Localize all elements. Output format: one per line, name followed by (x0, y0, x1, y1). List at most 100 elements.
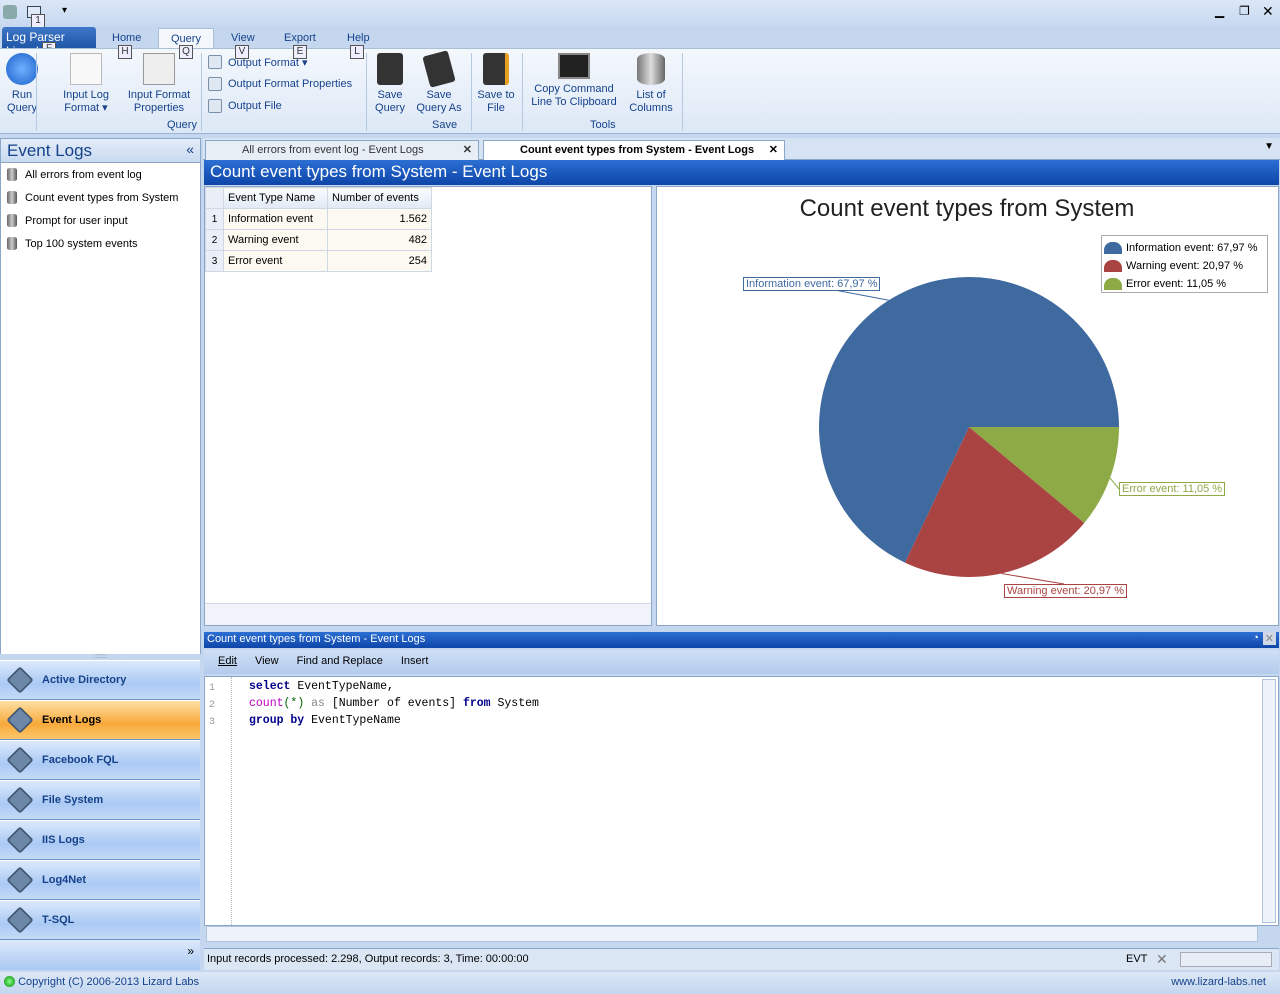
tab-home[interactable]: Home (112, 32, 141, 44)
book-icon (6, 826, 34, 854)
app-icon (3, 5, 17, 19)
chart-legend: Information event: 67,97 % Warning event:… (1101, 235, 1268, 293)
keytip-h: H (118, 45, 132, 59)
code-line: count(*) as [Number of events] from Syst… (249, 697, 539, 710)
query-item[interactable]: Top 100 system events (1, 232, 200, 255)
save-query-button[interactable]: Save Query (372, 53, 408, 115)
database-icon (7, 237, 17, 250)
footer: Copyright (C) 2006-2013 Lizard Labs www.… (0, 972, 1280, 994)
menu-insert[interactable]: Insert (401, 655, 429, 669)
website-link[interactable]: www.lizard-labs.net (1171, 976, 1266, 988)
nav-button-active-directory[interactable]: Active Directory (0, 660, 200, 700)
editor-menu: Edit View Find and Replace Insert (204, 650, 1279, 674)
nav-button-event-logs[interactable]: Event Logs (0, 700, 200, 740)
nav-button-iis-logs[interactable]: IIS Logs (0, 820, 200, 860)
close-tab-icon[interactable]: ✕ (463, 143, 472, 156)
data-label: Information event: 67,97 % (743, 277, 881, 291)
tab-view[interactable]: View (231, 32, 255, 44)
grid-footer (205, 603, 651, 625)
book-icon (6, 706, 34, 734)
legend-swatch (1104, 260, 1122, 272)
close-editor-button[interactable]: ✕ (1262, 632, 1276, 645)
column-header[interactable]: Event Type Name (223, 187, 328, 209)
label-leader-line (1001, 572, 1065, 585)
results-grid[interactable]: Event Type Name Number of events 1 Informa… (204, 186, 652, 626)
keytip-l: L (350, 45, 364, 59)
save-to-file-button[interactable]: Save to File (476, 53, 516, 115)
data-label: Warning event: 20,97 % (1004, 584, 1127, 598)
tab-export[interactable]: Export (284, 32, 316, 44)
tab-help[interactable]: Help (347, 32, 370, 44)
input-log-format-button[interactable]: Input Log Format ▾ (58, 53, 114, 115)
doc-tab-all-errors[interactable]: All errors from event log - Event Logs ✕ (205, 140, 479, 160)
status-bar: Input records processed: 2.298, Output r… (204, 948, 1279, 970)
minimize-button[interactable]: ▁ (1215, 4, 1224, 18)
query-item[interactable]: Prompt for user input (1, 209, 200, 232)
input-format-properties-button[interactable]: Input Format Properties (122, 53, 196, 115)
menu-view[interactable]: View (255, 655, 279, 669)
pie-chart: Count event types from System Informatio… (656, 186, 1279, 626)
gear-db-icon (208, 77, 222, 91)
restore-button[interactable]: ❐ (1239, 4, 1250, 18)
legend-item: Information event: 67,97 % (1104, 239, 1265, 257)
save-query-as-button[interactable]: Save Query As (414, 50, 464, 115)
line-number: 2 (209, 700, 216, 711)
customize-toolbar-icon[interactable]: ▾ (62, 5, 67, 16)
table-row: 1 Information event 1.562 (205, 208, 432, 230)
evt-indicator: EVT (1126, 953, 1148, 965)
editor-title-bar: Count event types from System - Event Lo… (204, 632, 1279, 648)
column-icon (637, 53, 665, 85)
copyright: Copyright (C) 2006-2013 Lizard Labs (18, 976, 200, 988)
nav-button-t-sql[interactable]: T-SQL (0, 900, 200, 940)
code-line: select EventTypeName, (249, 680, 394, 693)
collapse-icon[interactable]: « (186, 141, 194, 157)
label-leader-line (1109, 477, 1120, 490)
book-icon (6, 666, 34, 694)
copy-command-line-button[interactable]: Copy Command Line To Clipboard (528, 53, 620, 109)
ribbon: Run Query Input Log Format ▾ Input Forma… (0, 48, 1280, 134)
status-led-icon (4, 976, 15, 987)
keytip-e: E (293, 45, 307, 59)
run-query-button[interactable]: Run Query (4, 53, 40, 115)
menu-edit[interactable]: Edit (218, 655, 237, 669)
vertical-scrollbar[interactable] (1262, 679, 1276, 923)
nav-button-log4net[interactable]: Log4Net (0, 860, 200, 900)
list-of-columns-button[interactable]: List of Columns (626, 53, 676, 115)
nav-overflow-button[interactable]: » (0, 940, 200, 970)
grid-header: Event Type Name Number of events (205, 187, 432, 209)
close-button[interactable]: ✕ (1262, 3, 1274, 20)
menu-find-replace[interactable]: Find and Replace (297, 655, 383, 669)
horizontal-scrollbar[interactable] (206, 926, 1258, 942)
query-item[interactable]: Count event types from System (1, 186, 200, 209)
legend-swatch (1104, 242, 1122, 254)
legend-item: Warning event: 20,97 % (1104, 257, 1265, 275)
output-format-properties-button[interactable]: Output Format Properties (208, 77, 352, 91)
floppy-pencil-icon (483, 53, 509, 85)
console-icon (558, 53, 590, 79)
nav-button-facebook-fql[interactable]: Facebook FQL (0, 740, 200, 780)
play-icon (6, 53, 38, 85)
pin-icon[interactable]: ◔ (1252, 632, 1259, 644)
floppy-as-icon (422, 50, 456, 88)
sidebar: Event Logs « All errors from event log Co… (0, 138, 201, 658)
table-row: 2 Warning event 482 (205, 229, 432, 251)
output-format-icon (208, 55, 222, 69)
book-icon (6, 866, 34, 894)
query-editor[interactable]: 1 2 3 select EventTypeName, count(*) as … (204, 676, 1279, 926)
database-icon (7, 214, 17, 227)
query-item[interactable]: All errors from event log (1, 163, 200, 186)
file-db-icon (208, 99, 222, 113)
output-file-button[interactable]: Output File (208, 99, 282, 113)
cancel-icon[interactable]: ✕ (1156, 951, 1168, 968)
line-number: 3 (209, 717, 216, 728)
database-icon (7, 168, 17, 181)
doc-tab-count-event-types[interactable]: Count event types from System - Event Lo… (483, 140, 785, 160)
close-tab-icon[interactable]: ✕ (769, 143, 778, 156)
column-header[interactable]: Number of events (327, 187, 432, 209)
database-icon (7, 191, 17, 204)
tab-list-dropdown[interactable]: ▼ (1264, 141, 1274, 152)
document-title: Count event types from System - Event Lo… (204, 160, 1279, 185)
nav-button-file-system[interactable]: File System (0, 780, 200, 820)
data-label: Error event: 11,05 % (1119, 482, 1226, 496)
code-line: group by EventTypeName (249, 714, 401, 727)
